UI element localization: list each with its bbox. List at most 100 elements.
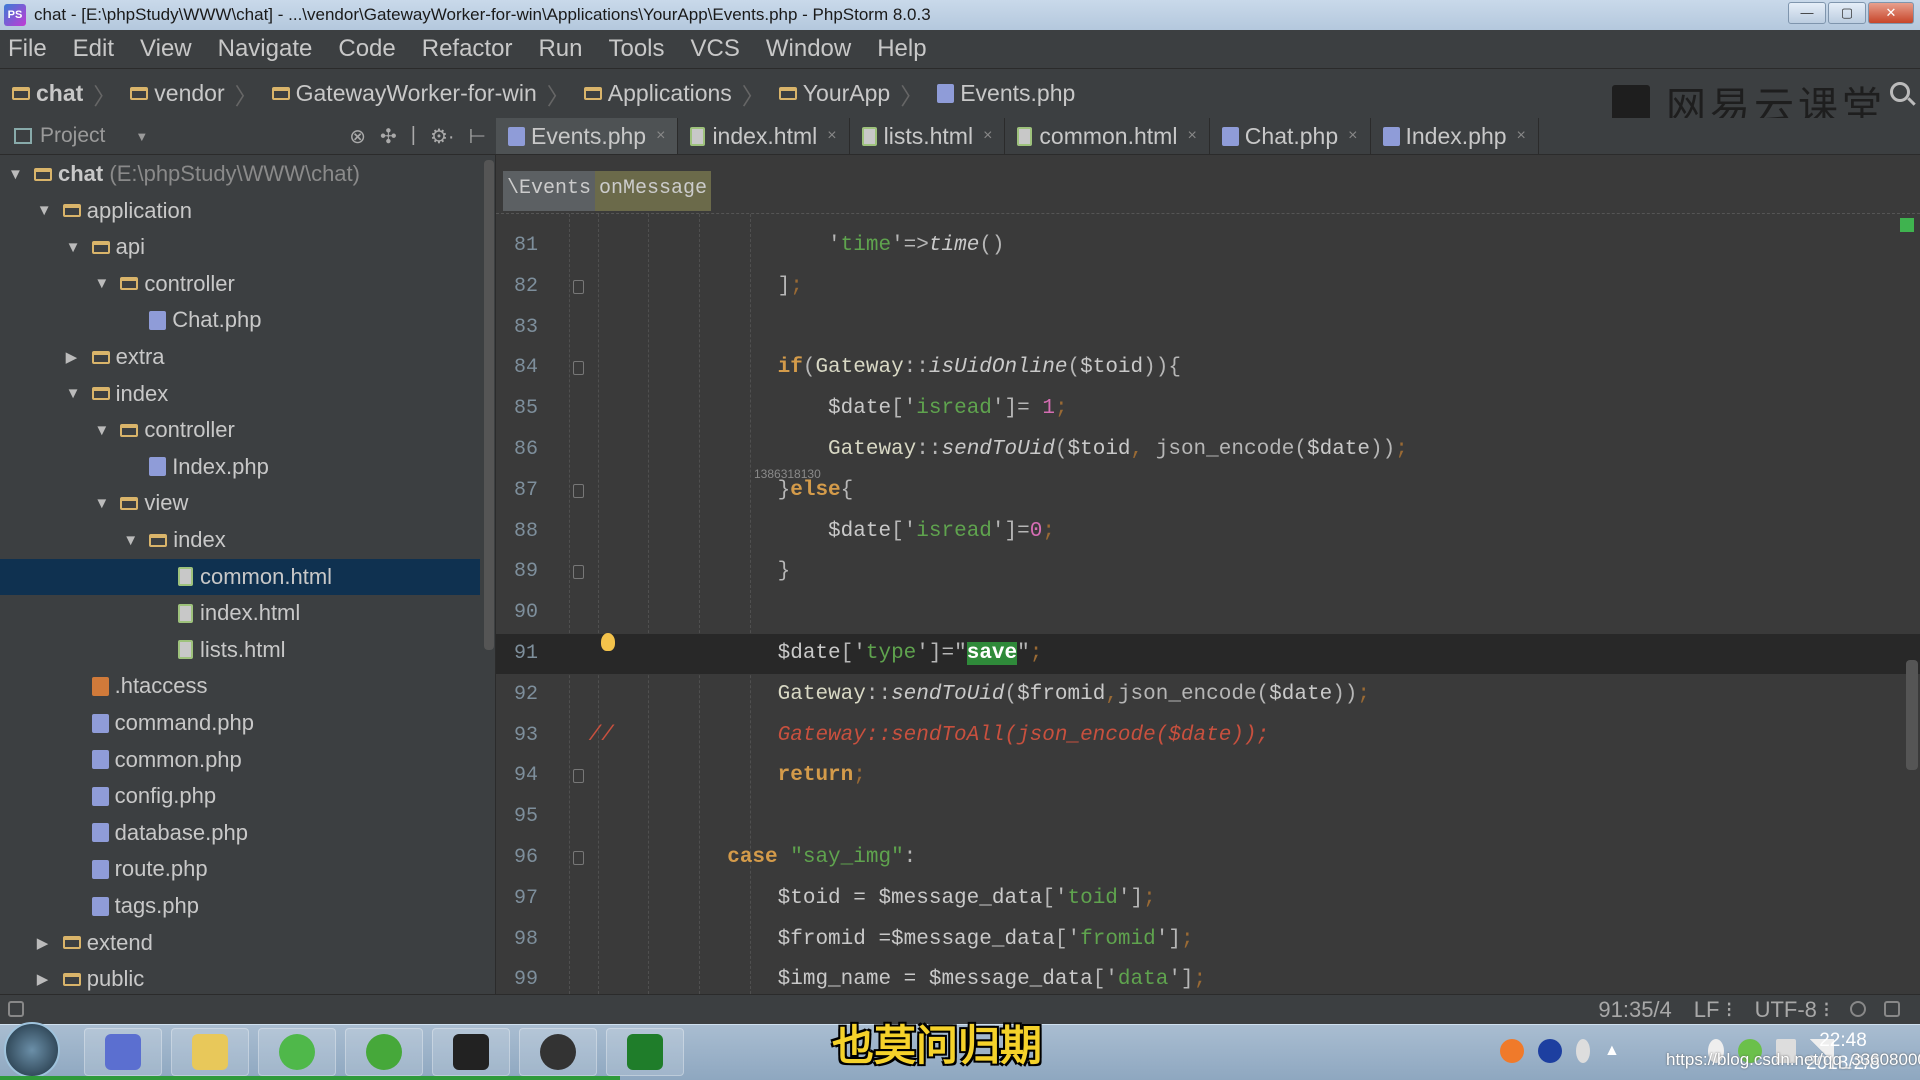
tray-expand-icon[interactable]: ▲	[1604, 1042, 1620, 1060]
tab-chat-php[interactable]: Chat.php ×	[1210, 118, 1371, 154]
tree-item[interactable]: .htaccess	[0, 668, 480, 704]
collapsed-arrow-icon[interactable]: ▶	[37, 934, 49, 952]
breadcrumb-class[interactable]: \Events	[503, 171, 596, 211]
tree-item[interactable]: ▼ chat (E:\phpStudy\WWW\chat)	[0, 156, 480, 192]
caret-position[interactable]: 91:35/4	[1598, 997, 1671, 1023]
expanded-arrow-icon[interactable]: ▼	[66, 385, 81, 402]
expanded-arrow-icon[interactable]: ▼	[94, 275, 109, 292]
code-editor[interactable]: 81 'time'=>time() 82 ]; 83 84 if(Gateway::i…	[496, 213, 1920, 994]
sidebar-scrollbar[interactable]	[484, 160, 494, 650]
tree-item[interactable]: ▼ controller	[0, 266, 480, 302]
file-encoding[interactable]: UTF-8 ⁝	[1755, 997, 1830, 1023]
app-green-dark-taskbar-icon[interactable]	[606, 1028, 684, 1076]
sogou-icon[interactable]	[1500, 1039, 1524, 1063]
menu-run[interactable]: Run	[538, 35, 582, 63]
expanded-arrow-icon[interactable]: ▼	[123, 532, 138, 549]
code-line[interactable]: 90	[496, 593, 1920, 633]
tree-item[interactable]: common.html	[0, 558, 480, 595]
expanded-arrow-icon[interactable]: ▼	[8, 166, 23, 183]
lightbulb-icon[interactable]	[601, 633, 615, 651]
close-tab-icon[interactable]: ×	[1348, 127, 1357, 145]
browser-taskbar-icon[interactable]	[258, 1028, 336, 1076]
breadcrumb-item[interactable]: GatewayWorker-for-win 〉	[271, 77, 570, 111]
expanded-arrow-icon[interactable]: ▼	[94, 422, 109, 439]
tree-item[interactable]: common.php	[0, 742, 480, 778]
tab-events-php[interactable]: Events.php ×	[496, 118, 679, 154]
tree-item[interactable]: ▶ extend	[0, 925, 480, 961]
breadcrumb-item[interactable]: vendor 〉	[130, 77, 258, 111]
maximize-button[interactable]: ▢	[1828, 2, 1866, 24]
code-line[interactable]: 98 $fromid =$message_data['fromid'];	[496, 920, 1920, 960]
menu-window[interactable]: Window	[766, 35, 851, 63]
close-tab-icon[interactable]: ×	[1187, 127, 1196, 145]
tree-item[interactable]: ▶ public	[0, 961, 480, 995]
tree-item[interactable]: ▼ controller	[0, 412, 480, 448]
inspection-ok-icon[interactable]	[1900, 218, 1914, 232]
breadcrumb-method[interactable]: onMessage	[595, 171, 712, 211]
app-green-taskbar-icon[interactable]	[345, 1028, 423, 1076]
tree-item[interactable]: lists.html	[0, 632, 480, 668]
collapse-icon[interactable]: ⊗	[349, 124, 366, 149]
expanded-arrow-icon[interactable]: ▼	[66, 239, 81, 256]
code-line[interactable]: 83	[496, 308, 1920, 348]
terminal-taskbar-icon[interactable]	[432, 1028, 510, 1076]
close-tab-icon[interactable]: ×	[1517, 127, 1526, 145]
tree-item[interactable]: ▼ api	[0, 229, 480, 265]
tree-item[interactable]: database.php	[0, 815, 480, 851]
obs-taskbar-icon[interactable]	[519, 1028, 597, 1076]
breadcrumb-item[interactable]: Events.php	[937, 80, 1075, 107]
tree-item[interactable]: index.html	[0, 595, 480, 631]
code-line[interactable]: 87 }else{	[496, 471, 1920, 511]
expanded-arrow-icon[interactable]: ▼	[94, 495, 109, 512]
tree-item[interactable]: Index.php	[0, 449, 480, 485]
network-icon[interactable]	[1576, 1039, 1590, 1063]
tab-common-html[interactable]: common.html ×	[1005, 118, 1210, 154]
menu-refactor[interactable]: Refactor	[422, 35, 513, 63]
tab-lists-html[interactable]: lists.html ×	[850, 118, 1006, 154]
minimize-button[interactable]: —	[1788, 2, 1826, 24]
editor-scrollbar[interactable]	[1906, 660, 1918, 770]
close-tab-icon[interactable]: ×	[656, 127, 665, 145]
line-separator[interactable]: LF ⁝	[1694, 997, 1733, 1023]
tree-item[interactable]: ▼ index	[0, 376, 480, 412]
menu-view[interactable]: View	[140, 35, 192, 63]
code-line[interactable]: 82 ];	[496, 267, 1920, 307]
panel-toggle-icon[interactable]	[8, 1001, 24, 1017]
help-icon[interactable]	[1538, 1039, 1562, 1063]
search-icon[interactable]	[1890, 82, 1910, 102]
code-line[interactable]: 84 if(Gateway::isUidOnline($toid)){	[496, 348, 1920, 388]
menu-vcs[interactable]: VCS	[691, 35, 740, 63]
tab-index-php[interactable]: Index.php ×	[1371, 118, 1539, 154]
event-log-icon[interactable]	[1884, 1001, 1900, 1017]
menu-file[interactable]: File	[8, 35, 47, 63]
breadcrumb-item[interactable]: Applications 〉	[583, 77, 765, 111]
phpstorm-taskbar-icon[interactable]	[84, 1028, 162, 1076]
close-tab-icon[interactable]: ×	[983, 127, 992, 145]
scroll-from-source-icon[interactable]: ✣	[380, 124, 397, 149]
tab-index-html[interactable]: index.html ×	[678, 118, 850, 154]
code-line[interactable]: 99 $img_name = $message_data['data'];	[496, 960, 1920, 994]
close-button[interactable]: ✕	[1868, 2, 1914, 24]
collapsed-arrow-icon[interactable]: ▶	[66, 348, 78, 366]
code-line[interactable]: 92 Gateway::sendToUid($fromid,json_encod…	[496, 675, 1920, 715]
tree-item[interactable]: config.php	[0, 778, 480, 814]
code-line[interactable]: 86 Gateway::sendToUid($toid, json_encode…	[496, 430, 1920, 470]
tree-item[interactable]: ▼ view	[0, 485, 480, 521]
code-line[interactable]: 93 // Gateway::sendToAll(json_encode($da…	[496, 716, 1920, 756]
lock-icon[interactable]	[1850, 1001, 1866, 1017]
code-line[interactable]: 97 $toid = $message_data['toid'];	[496, 879, 1920, 919]
code-line[interactable]: 96 case "say_img":	[496, 838, 1920, 878]
tree-item[interactable]: ▼ index	[0, 522, 480, 558]
expanded-arrow-icon[interactable]: ▼	[37, 202, 52, 219]
collapsed-arrow-icon[interactable]: ▶	[37, 970, 49, 988]
code-line[interactable]: 91 $date['type']="save";	[496, 634, 1920, 674]
code-line[interactable]: 88 $date['isread']=0;	[496, 512, 1920, 552]
tree-item[interactable]: ▶ extra	[0, 339, 480, 375]
start-button[interactable]	[4, 1022, 60, 1078]
code-line[interactable]: 81 'time'=>time()	[496, 226, 1920, 266]
chevron-down-icon[interactable]: ▼	[135, 129, 148, 144]
tree-item[interactable]: command.php	[0, 705, 480, 741]
menu-tools[interactable]: Tools	[608, 35, 664, 63]
menu-code[interactable]: Code	[338, 35, 395, 63]
tree-item[interactable]: Chat.php	[0, 302, 480, 338]
